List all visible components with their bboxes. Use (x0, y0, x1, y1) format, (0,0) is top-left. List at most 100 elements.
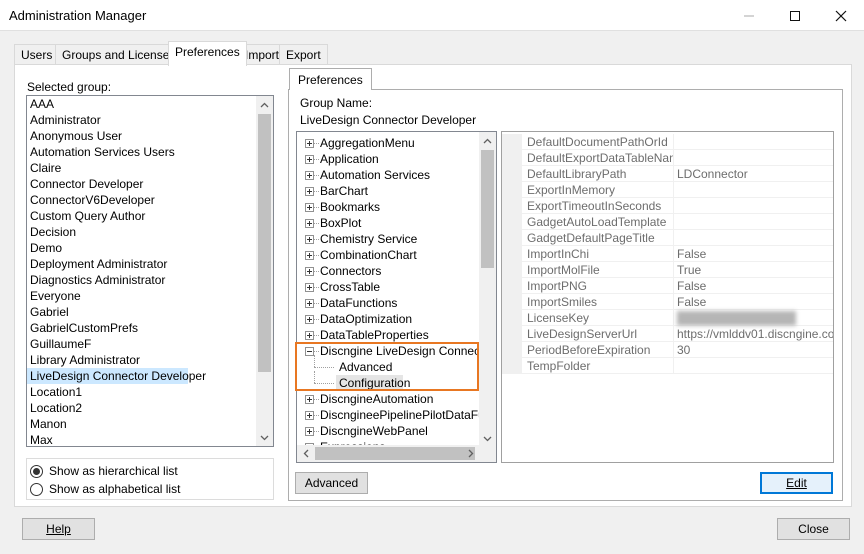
group-list-item[interactable]: Everyone (27, 288, 273, 304)
group-list-item[interactable]: LiveDesign Connector Developer (27, 368, 206, 384)
property-value[interactable] (674, 198, 833, 214)
expand-plus-icon[interactable] (305, 283, 314, 292)
property-row[interactable]: PeriodBeforeExpiration 30 (502, 342, 833, 358)
group-list-item[interactable]: Diagnostics Administrator (27, 272, 273, 288)
tree-vscrollbar[interactable] (479, 132, 496, 447)
property-value[interactable] (674, 230, 833, 246)
tree-node[interactable]: Discngine LiveDesign Connector (297, 343, 494, 359)
expand-plus-icon[interactable] (305, 235, 314, 244)
tree-node[interactable]: DataFunctions (297, 295, 480, 311)
tab-inner-preferences[interactable]: Preferences (289, 68, 372, 90)
tree-node[interactable]: Bookmarks (297, 199, 480, 215)
scroll-left-icon[interactable] (297, 445, 314, 462)
group-list-item[interactable]: ConnectorV6Developer (27, 192, 273, 208)
property-value[interactable]: 30 (674, 342, 833, 358)
property-row[interactable]: ImportMolFile True (502, 262, 833, 278)
property-row[interactable]: ExportTimeoutInSeconds (502, 198, 833, 214)
property-row[interactable]: ExportInMemory (502, 182, 833, 198)
group-list-item[interactable]: Location1 (27, 384, 273, 400)
property-value[interactable]: True (674, 262, 833, 278)
maximize-button[interactable] (772, 0, 818, 31)
tree-node[interactable]: DataTableProperties (297, 327, 480, 343)
expand-plus-icon[interactable] (305, 331, 314, 340)
property-row[interactable]: GadgetAutoLoadTemplate (502, 214, 833, 230)
close-button[interactable]: Close (777, 518, 850, 540)
property-row[interactable]: DefaultDocumentPathOrId (502, 134, 833, 150)
property-value[interactable]: https://vmlddv01.discngine.com (674, 326, 833, 342)
scroll-up-icon[interactable] (256, 96, 273, 113)
property-value-redacted[interactable]: ██████████████ (674, 310, 833, 326)
group-list-item[interactable]: Custom Query Author (27, 208, 273, 224)
property-row[interactable]: TempFolder (502, 358, 833, 374)
tree-node[interactable]: Connectors (297, 263, 480, 279)
property-row[interactable]: GadgetDefaultPageTitle (502, 230, 833, 246)
group-list-item[interactable]: GuillaumeF (27, 336, 273, 352)
tree-node[interactable]: Application (297, 151, 480, 167)
minimize-button[interactable] (726, 0, 772, 31)
group-list-item[interactable]: Gabriel (27, 304, 273, 320)
property-grid[interactable]: DefaultDocumentPathOrId DefaultExportData… (501, 131, 834, 463)
close-window-button[interactable] (818, 0, 864, 31)
tab-preferences[interactable]: Preferences (168, 41, 247, 66)
group-list-item[interactable]: Demo (27, 240, 273, 256)
group-list-item[interactable]: Location2 (27, 400, 273, 416)
property-value[interactable]: LDConnector (674, 166, 833, 182)
expand-plus-icon[interactable] (305, 155, 314, 164)
advanced-button[interactable]: Advanced (295, 472, 368, 494)
group-list-item[interactable]: Max (27, 432, 273, 446)
tree-node[interactable]: Configuration (297, 371, 480, 391)
group-list-item[interactable]: Library Administrator (27, 352, 273, 368)
group-list-item[interactable]: Claire (27, 160, 273, 176)
property-row[interactable]: ImportInChi False (502, 246, 833, 262)
group-list-item[interactable]: AAA (27, 96, 273, 112)
property-row[interactable]: DefaultExportDataTableName (502, 150, 833, 166)
scroll-down-icon[interactable] (256, 429, 273, 446)
tab-users[interactable]: Users (14, 44, 60, 65)
property-value[interactable] (674, 358, 833, 374)
expand-plus-icon[interactable] (305, 299, 314, 308)
group-listbox[interactable]: AAA Administrator Anonymous User Automation… (26, 95, 274, 447)
group-list-item[interactable]: Anonymous User (27, 128, 273, 144)
group-list-item[interactable]: Deployment Administrator (27, 256, 273, 272)
preferences-tree[interactable]: AggregationMenu Application Automation Ser… (296, 131, 497, 463)
scroll-right-icon[interactable] (462, 445, 479, 462)
tree-node[interactable]: Advanced (297, 355, 480, 375)
edit-button[interactable]: Edit (760, 472, 833, 494)
expand-plus-icon[interactable] (305, 187, 314, 196)
expand-plus-icon[interactable] (305, 267, 314, 276)
tree-node[interactable]: DiscngineePipelinePilotDataFunctic (297, 407, 496, 423)
property-value[interactable] (674, 150, 833, 166)
property-row[interactable]: ImportPNG False (502, 278, 833, 294)
property-value[interactable]: False (674, 246, 833, 262)
property-value[interactable] (674, 214, 833, 230)
tree-hscrollbar[interactable] (297, 445, 496, 462)
group-list-item[interactable]: Administrator (27, 112, 273, 128)
tree-node[interactable]: CombinationChart (297, 247, 480, 263)
expand-plus-icon[interactable] (305, 411, 314, 420)
property-value[interactable]: False (674, 278, 833, 294)
expand-plus-icon[interactable] (305, 395, 314, 404)
property-value[interactable]: False (674, 294, 833, 310)
group-list-scrollbar[interactable] (256, 96, 273, 446)
tab-export[interactable]: Export (279, 44, 328, 65)
property-value[interactable] (674, 134, 833, 150)
scroll-thumb[interactable] (258, 114, 271, 372)
property-value[interactable] (674, 182, 833, 198)
tree-node[interactable]: AggregationMenu (297, 135, 480, 151)
tab-groups-and-licenses[interactable]: Groups and Licenses (55, 44, 183, 65)
collapse-minus-icon[interactable] (305, 347, 314, 356)
expand-plus-icon[interactable] (305, 171, 314, 180)
scroll-thumb[interactable] (481, 150, 494, 268)
tree-node[interactable]: BarChart (297, 183, 480, 199)
expand-plus-icon[interactable] (305, 251, 314, 260)
property-row[interactable]: LicenseKey ██████████████ (502, 310, 833, 326)
tree-node[interactable]: DiscngineAutomation (297, 391, 480, 407)
property-row[interactable]: LiveDesignServerUrl https://vmlddv01.disc… (502, 326, 833, 342)
expand-plus-icon[interactable] (305, 219, 314, 228)
expand-plus-icon[interactable] (305, 139, 314, 148)
group-list-item[interactable]: Decision (27, 224, 273, 240)
tree-node[interactable]: DataOptimization (297, 311, 480, 327)
property-row[interactable]: ImportSmiles False (502, 294, 833, 310)
group-list-item[interactable]: Manon (27, 416, 273, 432)
group-list-item[interactable]: Automation Services Users (27, 144, 273, 160)
